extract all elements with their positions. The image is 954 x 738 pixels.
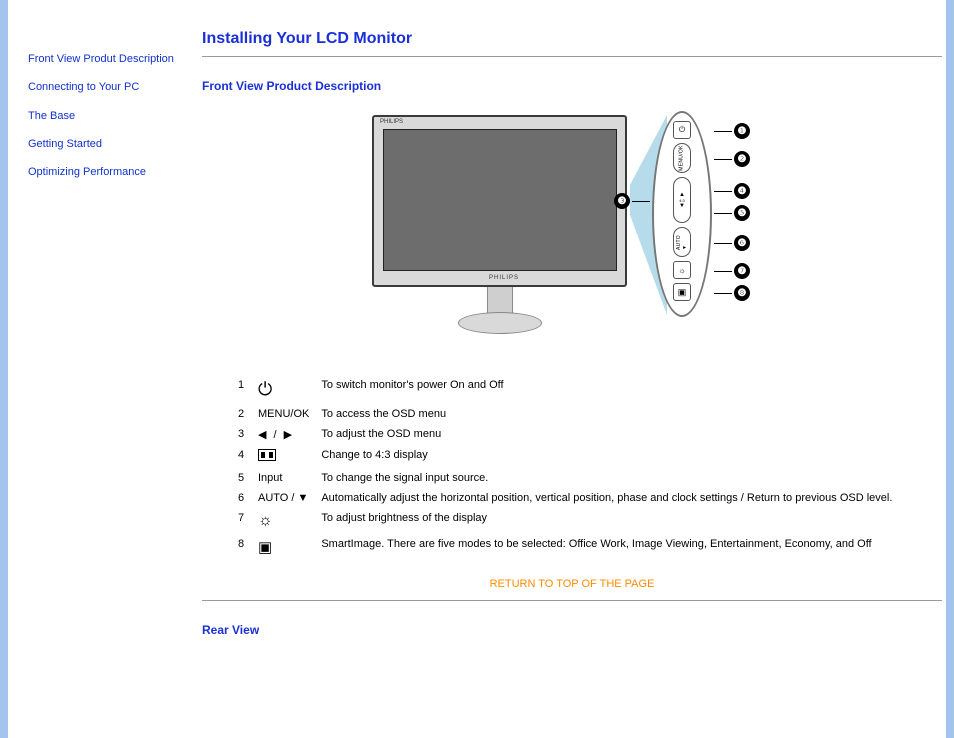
brand-label: PHILIPS bbox=[380, 119, 403, 125]
right-accent-bar bbox=[946, 0, 954, 738]
panel-power-button: ⏻ bbox=[673, 121, 691, 139]
brightness-icon: ☼ bbox=[258, 512, 273, 529]
auto-label: AUTO / ▼ bbox=[252, 488, 315, 508]
callout-6: ❻ bbox=[734, 235, 750, 251]
panel-menu-button: MENU/OK bbox=[673, 143, 691, 173]
return-to-top-link[interactable]: RETURN TO TOP OF THE PAGE bbox=[490, 578, 655, 590]
table-row: 5InputTo change the signal input source. bbox=[232, 468, 898, 488]
sidebar-item-base[interactable]: The Base bbox=[28, 109, 178, 123]
left-accent-bar bbox=[0, 0, 8, 738]
smartimage-icon: ▣ bbox=[258, 539, 272, 556]
control-panel: ⏻ MENU/OK ▲4:3▼ AUTO ▼ ☼ ▣ bbox=[652, 111, 712, 317]
table-row: 6AUTO / ▼Automatically adjust the horizo… bbox=[232, 488, 898, 508]
monitor-front-figure: PHILIPS PHILIPS ⏻ MENU/OK ▲4:3▼ AUTO ▼ ☼… bbox=[362, 115, 782, 345]
table-row: 1⏻To switch monitor's power On and Off bbox=[232, 375, 898, 404]
input-label: Input bbox=[252, 468, 315, 488]
callout-1: ❶ bbox=[734, 123, 750, 139]
sidebar-item-front-view[interactable]: Front View Produt Description bbox=[28, 52, 178, 66]
callout-8: ❽ bbox=[734, 285, 750, 301]
callout-2: ❷ bbox=[734, 151, 750, 167]
power-icon: ⏻ bbox=[258, 379, 272, 399]
callout-4: ❹ bbox=[734, 183, 750, 199]
arrows-icon: ◀ / ▶ bbox=[258, 429, 294, 441]
brand-label-center: PHILIPS bbox=[489, 275, 519, 281]
divider bbox=[202, 600, 942, 601]
sidebar-item-optimizing[interactable]: Optimizing Performance bbox=[28, 165, 178, 179]
page-title: Installing Your LCD Monitor bbox=[202, 30, 942, 48]
table-row: 7☼To adjust brightness of the display bbox=[232, 508, 898, 534]
divider bbox=[202, 56, 942, 57]
sidebar-item-getting-started[interactable]: Getting Started bbox=[28, 137, 178, 151]
panel-auto-button: AUTO ▼ bbox=[673, 227, 691, 257]
table-row: 8▣SmartImage. There are five modes to be… bbox=[232, 534, 898, 560]
section-heading-rear-view: Rear View bbox=[202, 623, 942, 637]
section-heading-front-view: Front View Product Description bbox=[202, 79, 942, 93]
sidebar: Front View Produt Description Connecting… bbox=[28, 0, 178, 738]
callout-5: ❺ bbox=[734, 205, 750, 221]
sidebar-item-connecting[interactable]: Connecting to Your PC bbox=[28, 80, 178, 94]
panel-adjust-button: ▲4:3▼ bbox=[673, 177, 691, 223]
panel-bright-button: ☼ bbox=[673, 261, 691, 279]
table-row: 4Change to 4:3 display bbox=[232, 445, 898, 468]
panel-smart-button: ▣ bbox=[673, 283, 691, 301]
menu-ok-label: MENU/OK bbox=[252, 404, 315, 424]
main-content: Installing Your LCD Monitor Front View P… bbox=[178, 0, 946, 738]
callout-3: ❸ bbox=[614, 193, 630, 209]
table-row: 2MENU/OKTo access the OSD menu bbox=[232, 404, 898, 424]
functions-table: 1⏻To switch monitor's power On and Off 2… bbox=[232, 375, 898, 560]
table-row: 3◀ / ▶To adjust the OSD menu bbox=[232, 424, 898, 445]
aspect-icon bbox=[258, 449, 276, 461]
callout-7: ❼ bbox=[734, 263, 750, 279]
